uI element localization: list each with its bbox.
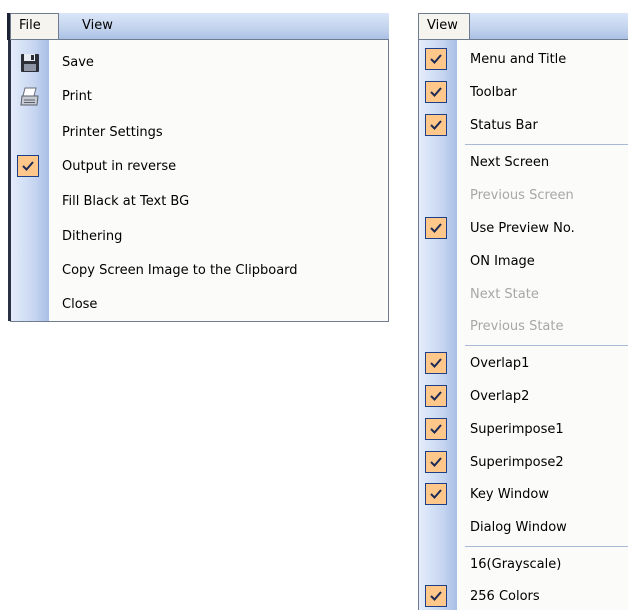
menu-item-dialog-window[interactable]: Dialog Window bbox=[419, 511, 628, 544]
menu-item-16-grayscale[interactable]: 16(Grayscale) bbox=[419, 548, 628, 581]
menu-item-superimpose2[interactable]: Superimpose2 bbox=[419, 446, 628, 479]
menu-view[interactable]: View bbox=[418, 13, 470, 40]
menu-bar: View bbox=[418, 13, 628, 40]
menu-separator bbox=[465, 144, 628, 145]
menu-item-next-screen[interactable]: Next Screen bbox=[419, 146, 628, 179]
menu-item-label: Use Preview No. bbox=[470, 221, 575, 236]
checkmark-icon bbox=[425, 352, 447, 374]
checkmark-icon bbox=[425, 451, 447, 473]
menu-item-label: Save bbox=[62, 55, 94, 70]
checkmark-icon bbox=[425, 217, 447, 239]
menu-item-previous-state: Previous State bbox=[419, 310, 628, 343]
menu-item-label: Previous State bbox=[470, 319, 564, 334]
menu-item-label: Superimpose2 bbox=[470, 455, 564, 470]
checkmark-icon bbox=[425, 48, 447, 70]
menu-item-label: 256 Colors bbox=[470, 589, 540, 604]
menu-item-label: Next State bbox=[470, 287, 539, 302]
menu-item-label: Key Window bbox=[470, 487, 549, 502]
menu-item-copy-to-clipboard[interactable]: Copy Screen Image to the Clipboard bbox=[11, 254, 388, 287]
checkmark-icon bbox=[425, 81, 447, 103]
menu-item-overlap1[interactable]: Overlap1 bbox=[419, 347, 628, 380]
menu-item-next-state: Next State bbox=[419, 278, 628, 311]
menu-item-label: Dialog Window bbox=[470, 520, 567, 535]
menu-item-status-bar[interactable]: Status Bar bbox=[419, 109, 628, 142]
menu-item-print[interactable]: Print bbox=[11, 80, 388, 113]
menu-item-label: Menu and Title bbox=[470, 52, 567, 67]
menu-item-overlap2[interactable]: Overlap2 bbox=[419, 380, 628, 413]
menu-item-label: Next Screen bbox=[470, 155, 550, 170]
menu-item-use-preview-no[interactable]: Use Preview No. bbox=[419, 212, 628, 245]
menu-file[interactable]: File bbox=[10, 13, 59, 40]
menu-view[interactable]: View bbox=[74, 13, 121, 40]
menu-item-key-window[interactable]: Key Window bbox=[419, 478, 628, 511]
menu-item-label: ON Image bbox=[470, 254, 535, 269]
menu-separator bbox=[465, 546, 628, 547]
menu-item-label: Overlap1 bbox=[470, 356, 530, 371]
checkmark-icon bbox=[425, 114, 447, 136]
menu-item-menu-and-title[interactable]: Menu and Title bbox=[419, 43, 628, 76]
menu-item-label: Close bbox=[62, 297, 98, 312]
menu-item-output-in-reverse[interactable]: Output in reverse bbox=[11, 150, 388, 183]
floppy-disk-icon bbox=[20, 53, 40, 73]
menu-item-save[interactable]: Save bbox=[11, 46, 388, 79]
menu-item-superimpose1[interactable]: Superimpose1 bbox=[419, 413, 628, 446]
menu-item-label: Copy Screen Image to the Clipboard bbox=[62, 263, 298, 278]
view-menu-dropdown: Menu and Title Toolbar Status Bar Next S… bbox=[418, 39, 628, 610]
menu-item-label: Output in reverse bbox=[62, 159, 177, 174]
checkmark-icon bbox=[425, 585, 447, 607]
printer-icon bbox=[20, 87, 40, 107]
menu-item-label: Printer Settings bbox=[62, 125, 163, 140]
menu-item-toolbar[interactable]: Toolbar bbox=[419, 76, 628, 109]
file-menu-dropdown: Save Print Printer Settings Output in re… bbox=[8, 39, 389, 322]
menu-item-label: Overlap2 bbox=[470, 389, 530, 404]
menu-item-label: Dithering bbox=[62, 229, 123, 244]
menu-item-label: Print bbox=[62, 89, 92, 104]
menu-item-on-image[interactable]: ON Image bbox=[419, 245, 628, 278]
checkmark-icon bbox=[17, 155, 39, 177]
menu-separator bbox=[465, 345, 628, 346]
menu-item-256-colors[interactable]: 256 Colors bbox=[419, 580, 628, 613]
menu-item-label: Previous Screen bbox=[470, 188, 574, 203]
checkmark-icon bbox=[425, 385, 447, 407]
checkmark-icon bbox=[425, 483, 447, 505]
menu-item-previous-screen: Previous Screen bbox=[419, 179, 628, 212]
menu-item-label: Fill Black at Text BG bbox=[62, 194, 190, 209]
menu-item-label: 16(Grayscale) bbox=[470, 557, 562, 572]
menu-item-printer-settings[interactable]: Printer Settings bbox=[11, 116, 388, 149]
menu-item-label: Status Bar bbox=[470, 118, 538, 133]
menu-item-dithering[interactable]: Dithering bbox=[11, 220, 388, 253]
menu-item-label: Superimpose1 bbox=[470, 422, 564, 437]
menu-item-close[interactable]: Close bbox=[11, 288, 388, 321]
menu-item-fill-black-text-bg[interactable]: Fill Black at Text BG bbox=[11, 185, 388, 218]
menu-item-label: Toolbar bbox=[470, 85, 517, 100]
menu-bar: File View bbox=[7, 13, 389, 40]
checkmark-icon bbox=[425, 418, 447, 440]
